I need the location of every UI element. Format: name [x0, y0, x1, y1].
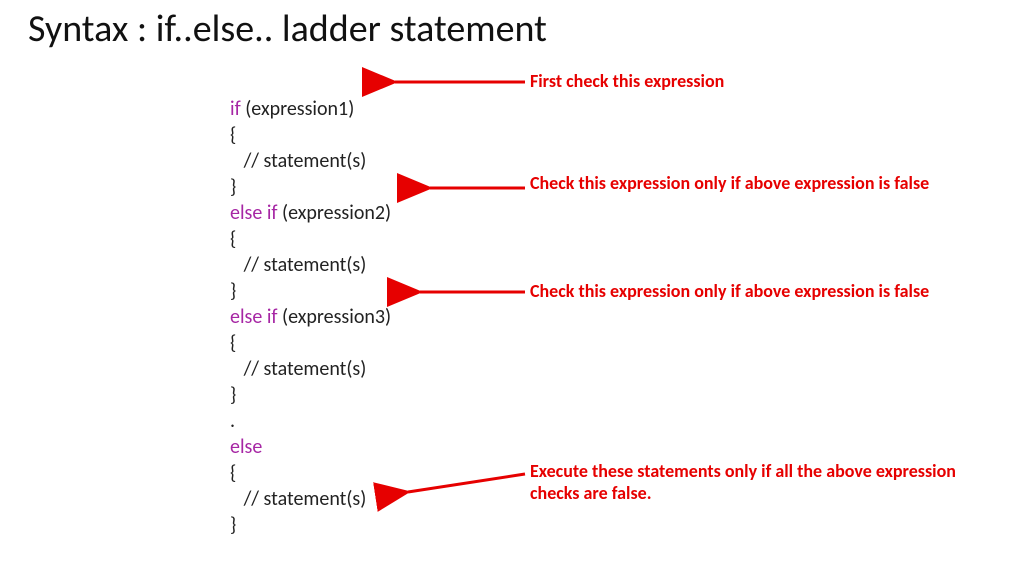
annotation-4: Execute these statements only if all the… — [530, 460, 990, 504]
stmt: // statement(s) — [230, 357, 366, 381]
annotation-2: Check this expression only if above expr… — [530, 172, 929, 194]
stmt: // statement(s) — [230, 487, 366, 511]
line-elseif1: else if (expression2) — [230, 201, 391, 225]
brace: } — [230, 279, 236, 303]
brace: } — [230, 175, 236, 199]
page-title: Syntax : if..else.. ladder statement — [28, 6, 547, 52]
brace: { — [230, 123, 236, 147]
annotation-3: Check this expression only if above expr… — [530, 280, 929, 302]
line-else: else — [230, 435, 262, 459]
brace: { — [230, 331, 236, 355]
line-elseif2: else if (expression3) — [230, 305, 391, 329]
brace: } — [230, 513, 236, 537]
expr2: (expression2) — [278, 201, 392, 225]
expr3: (expression3) — [278, 305, 392, 329]
brace: { — [230, 461, 236, 485]
code-block: if (expression1) { // statement(s) } els… — [230, 70, 391, 538]
line-if: if (expression1) — [230, 97, 354, 121]
brace: { — [230, 227, 236, 251]
stmt: // statement(s) — [230, 149, 366, 173]
stmt: // statement(s) — [230, 253, 366, 277]
kw-else: else — [230, 435, 262, 459]
arrow-4 — [408, 474, 525, 492]
dot: . — [230, 409, 235, 433]
expr1: (expression1) — [241, 97, 355, 121]
kw-if: if — [230, 97, 241, 121]
annotation-1: First check this expression — [530, 70, 724, 92]
kw-elseif: else if — [230, 201, 278, 225]
brace: } — [230, 383, 236, 407]
kw-elseif: else if — [230, 305, 278, 329]
